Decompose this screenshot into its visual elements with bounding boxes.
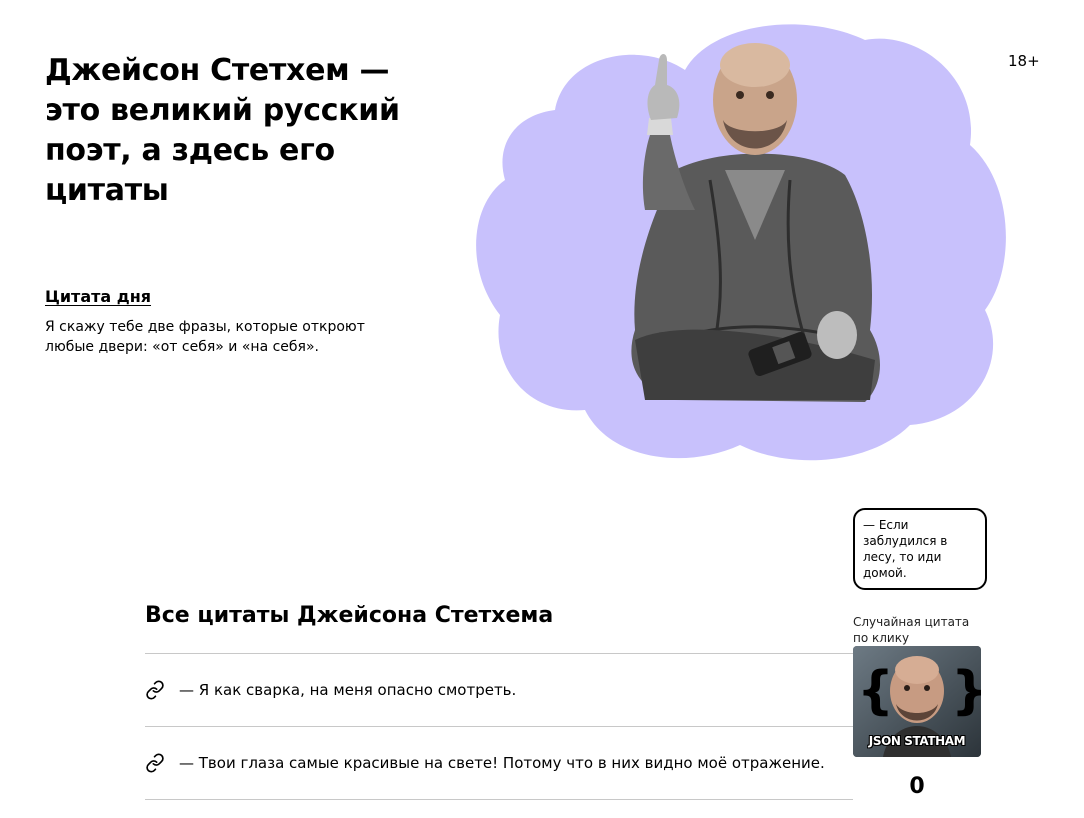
random-quote-caption: Случайная цитата по клику [853, 615, 970, 645]
link-icon[interactable] [145, 680, 165, 700]
quote-text: — Я как сварка, на меня опасно смотреть. [179, 681, 517, 699]
all-quotes-heading: Все цитаты Джейсона Стетхема [145, 603, 554, 628]
click-counter: 0 [909, 774, 925, 799]
quote-of-day-heading: Цитата дня [45, 287, 152, 306]
statham-portrait [631, 43, 881, 402]
page-title: Джейсон Стетхем — это великий русский по… [45, 53, 400, 208]
random-quote-button[interactable]: { } JSON STATHAM [853, 646, 981, 757]
svg-text:}: } [951, 661, 981, 721]
random-quote-bubble: — Если заблудился в лесу, то иди домой. [853, 508, 987, 590]
link-icon[interactable] [145, 753, 165, 773]
quote-row[interactable]: — Твои глаза самые красивые на свете! По… [145, 727, 853, 800]
quotes-list: — Я как сварка, на меня опасно смотреть.… [145, 653, 853, 800]
quote-of-day-text: Я скажу тебе две фразы, которые откроют … [45, 319, 365, 355]
svg-text:{: { [857, 661, 894, 721]
quote-text: — Твои глаза самые красивые на свете! По… [179, 754, 825, 772]
json-statham-label: JSON STATHAM [868, 734, 966, 748]
quote-row[interactable]: — Я как сварка, на меня опасно смотреть. [145, 654, 853, 727]
